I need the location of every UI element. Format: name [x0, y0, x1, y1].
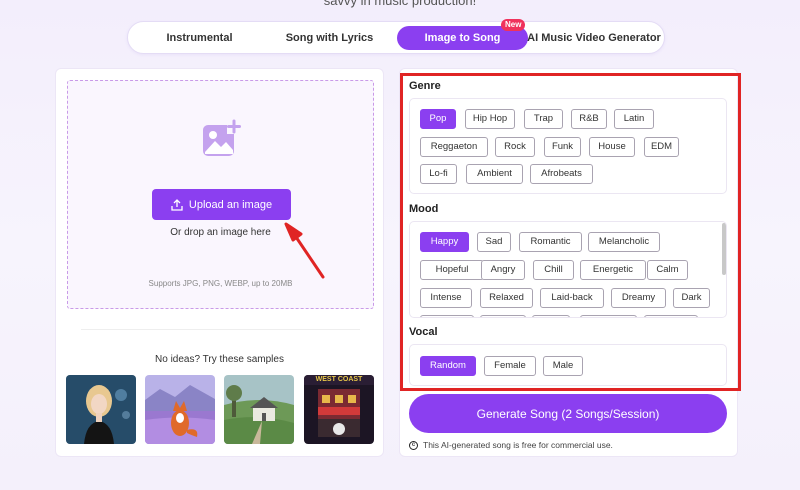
genre-chip-funk[interactable]: Funk: [544, 137, 581, 157]
sample-woman-portrait[interactable]: [66, 375, 136, 444]
tab-instrumental[interactable]: Instrumental: [132, 26, 267, 50]
mood-chip-partial[interactable]: [644, 315, 698, 317]
tab-image-to-song[interactable]: Image to Song New: [397, 19, 528, 50]
genre-chip-pop[interactable]: Pop: [420, 109, 456, 129]
tab-ai-music-video[interactable]: AI Music Video Generator: [526, 26, 662, 50]
mood-chip-angry[interactable]: Angry: [481, 260, 525, 280]
vocal-options: Random Female Male: [409, 344, 727, 386]
samples-title: No ideas? Try these samples: [155, 354, 284, 365]
genre-chip-rnb[interactable]: R&B: [571, 109, 607, 129]
mood-chip-intense[interactable]: Intense: [420, 288, 472, 308]
genre-chip-reggaeton[interactable]: Reggaeton: [420, 137, 488, 157]
supported-formats: Supports JPG, PNG, WEBP, up to 20MB: [148, 279, 293, 288]
add-image-icon: [203, 119, 242, 156]
mood-chip-dreamy[interactable]: Dreamy: [611, 288, 666, 308]
genre-chip-edm[interactable]: EDM: [644, 137, 679, 157]
mood-title: Mood: [409, 203, 439, 215]
page-subtitle: savvy in music production!: [323, 0, 477, 8]
west-coast-poster-text: WEST COAST: [315, 376, 363, 383]
genre-chip-afrobeats[interactable]: Afrobeats: [530, 164, 593, 184]
sample-house-landscape[interactable]: [224, 375, 294, 444]
genre-title: Genre: [409, 80, 441, 92]
vocal-chip-female[interactable]: Female: [484, 356, 536, 376]
vocal-title: Vocal: [409, 326, 438, 338]
new-badge: New: [501, 19, 526, 31]
mood-chip-energetic[interactable]: Energetic: [580, 260, 646, 280]
mood-chip-happy[interactable]: Happy: [420, 232, 469, 252]
sample-images: WEST COAST: [66, 375, 375, 444]
mood-chip-partial[interactable]: [532, 315, 570, 317]
genre-chip-house[interactable]: House: [589, 137, 635, 157]
upload-panel: Upload an image Or drop an image here Su…: [55, 68, 384, 457]
divider: [81, 329, 360, 330]
genre-chip-lo-fi[interactable]: Lo-fi: [420, 164, 457, 184]
mood-chip-dark[interactable]: Dark: [673, 288, 710, 308]
mood-chip-romantic[interactable]: Romantic: [519, 232, 582, 252]
mood-chip-partial[interactable]: [580, 315, 637, 317]
upload-image-button[interactable]: Upload an image: [152, 189, 291, 220]
drop-hint: Or drop an image here: [170, 227, 271, 238]
genre-chip-ambient[interactable]: Ambient: [466, 164, 523, 184]
copyright-icon: c: [409, 440, 418, 450]
license-text: This AI-generated song is free for comme…: [423, 440, 613, 450]
mood-chip-laid-back[interactable]: Laid-back: [540, 288, 604, 308]
mood-chip-partial[interactable]: [480, 315, 526, 317]
mood-scrollbar[interactable]: [722, 223, 726, 275]
sample-west-coast-poster[interactable]: WEST COAST: [304, 375, 374, 444]
mood-options: Happy Sad Romantic Melancholic Hopeful A…: [409, 221, 727, 318]
tab-image-to-song-label: Image to Song: [424, 32, 501, 44]
mood-chip-calm[interactable]: Calm: [647, 260, 688, 280]
license-note: c This AI-generated song is free for com…: [409, 440, 613, 450]
vocal-chip-random[interactable]: Random: [420, 356, 476, 376]
genre-chip-hip-hop[interactable]: Hip Hop: [465, 109, 515, 129]
mood-chip-relaxed[interactable]: Relaxed: [480, 288, 533, 308]
mood-chip-partial[interactable]: [420, 315, 474, 317]
vocal-chip-male[interactable]: Male: [543, 356, 583, 376]
generate-song-button[interactable]: Generate Song (2 Songs/Session): [409, 394, 727, 433]
upload-button-label: Upload an image: [188, 198, 273, 211]
genre-chip-latin[interactable]: Latin: [614, 109, 654, 129]
tab-song-with-lyrics[interactable]: Song with Lyrics: [262, 26, 397, 50]
image-dropzone[interactable]: Upload an image Or drop an image here Su…: [67, 80, 374, 309]
upload-icon: [171, 198, 183, 211]
mood-chip-hopeful[interactable]: Hopeful: [420, 260, 484, 280]
mood-chip-sad[interactable]: Sad: [477, 232, 511, 252]
mode-tabs: Instrumental Song with Lyrics Image to S…: [127, 19, 665, 54]
mood-chip-chill[interactable]: Chill: [533, 260, 574, 280]
genre-options: Pop Hip Hop Trap R&B Latin Reggaeton Roc…: [409, 98, 727, 194]
genre-chip-rock[interactable]: Rock: [495, 137, 535, 157]
mood-chip-melancholic[interactable]: Melancholic: [588, 232, 660, 252]
genre-chip-trap[interactable]: Trap: [524, 109, 563, 129]
sample-fox-lavender[interactable]: [145, 375, 215, 444]
